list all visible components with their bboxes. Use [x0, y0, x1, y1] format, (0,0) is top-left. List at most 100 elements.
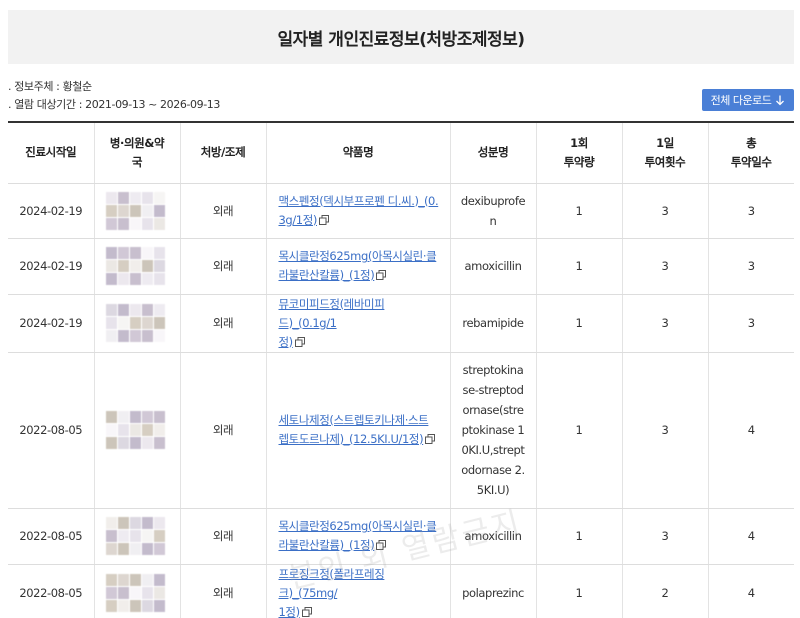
drug-link[interactable]: 프로징크정(폴라프레징크)_(75mg/1정) — [279, 567, 385, 618]
copy-icon[interactable] — [425, 431, 436, 444]
blur-pixel — [154, 517, 165, 529]
blur-pixel — [142, 304, 153, 316]
blur-pixel — [142, 217, 153, 230]
blur-pixel — [106, 273, 117, 285]
blur-pixel — [142, 411, 153, 423]
blur-pixel — [142, 543, 153, 555]
blur-pixel — [118, 204, 129, 217]
blur-pixel — [118, 217, 129, 230]
header-drug-name: 약품명 — [266, 122, 451, 184]
cell-drug: 프로징크정(폴라프레징크)_(75mg/1정) — [266, 564, 451, 618]
blur-pixel — [154, 543, 165, 555]
blur-pixel — [142, 424, 153, 436]
blur-pixel — [106, 330, 117, 342]
blur-pixel — [118, 574, 129, 586]
blur-pixel — [118, 273, 129, 285]
blur-pixel — [130, 530, 141, 542]
copy-icon[interactable] — [376, 267, 387, 280]
blur-pixel — [118, 260, 129, 272]
blur-pixel — [106, 191, 117, 204]
cell-dose: 1 — [536, 183, 623, 239]
blur-pixel — [130, 543, 141, 555]
cell-date: 2024-02-19 — [8, 238, 95, 295]
blur-pixel — [154, 191, 165, 204]
blur-pixel — [130, 574, 141, 586]
blur-pixel — [130, 191, 141, 204]
copy-icon[interactable] — [318, 212, 329, 225]
cell-date: 2022-08-05 — [8, 352, 95, 509]
cell-times: 3 — [622, 183, 709, 239]
cell-days: 3 — [708, 183, 794, 239]
blur-pixel — [142, 574, 153, 586]
blur-pixel — [130, 437, 141, 449]
copy-icon[interactable] — [301, 604, 312, 617]
cell-component: polaprezinc — [450, 564, 537, 618]
period-label: 열람 대상기간 : 2021-09-13 ~ 2026-09-13 — [14, 98, 220, 111]
cell-component: streptokinase-streptodornase(streptokina… — [450, 352, 537, 509]
cell-drug: 목시클란정625mg(아목시실린·클 라불란산칼륨)_(1정) — [266, 238, 451, 295]
cell-drug: 목시클란정625mg(아목시실린·클 라불란산칼륨)_(1정) — [266, 508, 451, 565]
blur-pixel — [154, 437, 165, 449]
cell-times: 3 — [622, 352, 709, 509]
header-total-days: 총 투약일수 — [708, 122, 794, 184]
cell-type: 외래 — [180, 238, 267, 295]
cell-type: 외래 — [180, 564, 267, 618]
blur-pixel — [118, 587, 129, 599]
header-dose-once: 1회 투약량 — [536, 122, 623, 184]
blur-pixel — [142, 204, 153, 217]
blur-pixel — [154, 204, 165, 217]
blur-pixel — [142, 260, 153, 272]
blur-pixel — [154, 273, 165, 285]
header-component: 성분명 — [450, 122, 537, 184]
cell-hospital-blurred — [94, 352, 181, 509]
blur-pixel — [106, 424, 117, 436]
blur-pixel — [130, 273, 141, 285]
drug-link[interactable]: 목시클란정625mg(아목시실린·클 라불란산칼륨)_(1정) — [279, 249, 437, 282]
cell-times: 3 — [622, 294, 709, 353]
copy-icon[interactable] — [294, 334, 305, 347]
drug-link[interactable]: 맥스펜정(덱시부프로펜 디.씨.)_(0. 3g/1정) — [279, 194, 439, 227]
cell-date: 2022-08-05 — [8, 508, 95, 565]
blur-pixel — [154, 530, 165, 542]
blur-pixel — [118, 424, 129, 436]
copy-icon[interactable] — [376, 537, 387, 550]
blur-pixel — [142, 317, 153, 329]
blur-pixel — [106, 260, 117, 272]
blur-pixel — [118, 600, 129, 612]
header-times-day: 1일 투여횟수 — [622, 122, 709, 184]
drug-link[interactable]: 세토나제정(스트렙토키나제·스트 렙토도르나제)_(12.5KI.U/1정) — [279, 413, 429, 446]
blur-pixel — [118, 304, 129, 316]
blur-pixel — [130, 304, 141, 316]
blur-pixel — [142, 587, 153, 599]
download-all-button[interactable]: 전체 다운로드 — [702, 89, 794, 111]
drug-link[interactable]: 목시클란정625mg(아목시실린·클 라불란산칼륨)_(1정) — [279, 519, 437, 552]
blur-pixel — [154, 600, 165, 612]
blur-pixel — [118, 543, 129, 555]
cell-drug: 맥스펜정(덱시부프로펜 디.씨.)_(0. 3g/1정) — [266, 183, 451, 239]
blur-pixel — [142, 530, 153, 542]
blur-pixel — [106, 543, 117, 555]
blur-pixel — [154, 411, 165, 423]
cell-component: rebamipide — [450, 294, 537, 353]
blur-pixel — [106, 247, 117, 259]
blur-pixel — [118, 437, 129, 449]
table-row: 2022-08-05 외래 프로징크정(폴라프레징크)_(75mg/1정) po… — [8, 564, 794, 618]
blur-pixel — [118, 317, 129, 329]
cell-date: 2024-02-19 — [8, 183, 95, 239]
cell-drug: 뮤코미피드정(레바미피드)_(0.1g/1 정) — [266, 294, 451, 353]
cell-times: 2 — [622, 564, 709, 618]
table-row: 2024-02-19 외래 뮤코미피드정(레바미피드)_(0.1g/1 정) re… — [8, 294, 794, 353]
cell-component: amoxicillin — [450, 508, 537, 565]
header-start-date: 진료시작일 — [8, 122, 95, 184]
page-title-bar: 일자별 개인진료정보(처방조제정보) — [8, 10, 794, 64]
blur-pixel — [130, 247, 141, 259]
blur-pixel — [118, 330, 129, 342]
blur-pixel — [106, 411, 117, 423]
blur-pixel — [130, 317, 141, 329]
blur-pixel — [142, 191, 153, 204]
cell-days: 3 — [708, 238, 794, 295]
blurred-hospital-name — [102, 188, 172, 234]
cell-hospital-blurred — [94, 564, 181, 618]
blur-pixel — [118, 191, 129, 204]
cell-dose: 1 — [536, 294, 623, 353]
